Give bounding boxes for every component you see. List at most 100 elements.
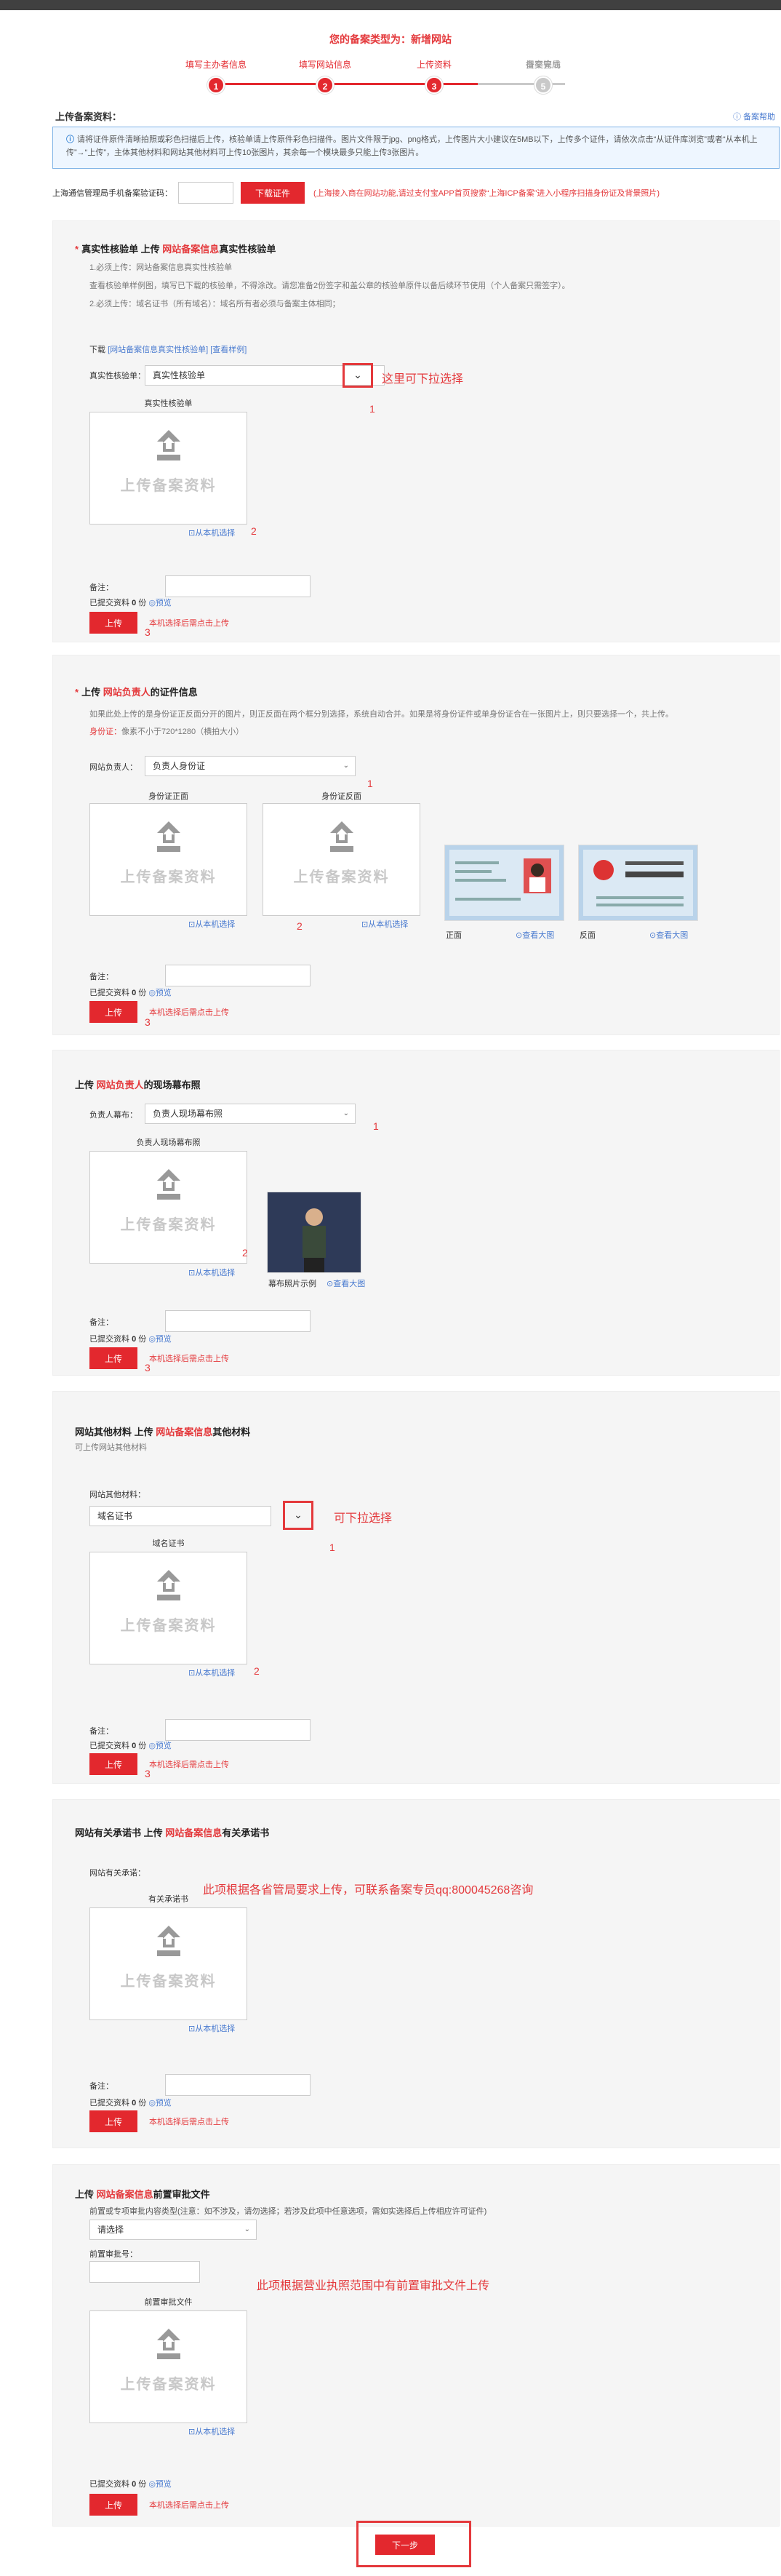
panel6-title: 上传 网站备案信息前置审批文件 [75, 2189, 210, 2200]
annotation-num-1: 1 [369, 403, 375, 415]
step-1: 填写主办者信息 1 [172, 58, 260, 94]
box-caption: 有关承诺书 [148, 1895, 188, 1904]
annotation-num-3: 3 [145, 1362, 151, 1373]
download-verification-link[interactable]: [网站备案信息真实性核验单] [108, 346, 208, 354]
submitted-count: 已提交资料 0 份 ◎预览 [89, 989, 172, 997]
remark-label: 备注： [89, 2082, 113, 2091]
remark-input[interactable] [165, 2074, 311, 2096]
panel5-select-label: 网站有关承诺： [89, 1869, 145, 1878]
upload-button[interactable]: 上传 [89, 1753, 137, 1775]
pre-approval-select[interactable]: 请选择 ⌄ [89, 2220, 257, 2240]
view-large-back[interactable]: ⊙查看大图 [649, 929, 688, 941]
annotation-commitment: 此项根据各省管局要求上传，可联系备案专员qq:800045268咨询 [203, 1884, 534, 1897]
submitted-count: 已提交资料 0 份 ◎预览 [89, 599, 172, 607]
submitted-count: 已提交资料 0 份 ◎预览 [89, 1742, 172, 1750]
dropdown-highlight[interactable]: ⌄ [283, 1501, 313, 1530]
upload-button[interactable]: 上传 [89, 2494, 137, 2516]
notice-box: ⓘ 请将证件原件清晰拍照或彩色扫描后上传，核验单请上传原件彩色扫描件。图片文件限于… [52, 127, 780, 169]
chevron-down-icon: ⌄ [343, 762, 349, 770]
upload-box-pre-approval[interactable]: 上传备案资料 [89, 2310, 247, 2423]
upload-box-other[interactable]: 上传备案资料 [89, 1552, 247, 1664]
panel-pre-approval: 上传 网站备案信息前置审批文件 前置或专项审批内容类型(注意：如不涉及，请勿选择… [52, 2164, 780, 2527]
local-select-link-back[interactable]: ⊡从本机选择 [361, 918, 408, 930]
step-3: 上传资料 3 [390, 58, 478, 94]
download-cert-button[interactable]: 下载证件 [241, 182, 305, 204]
upload-box-verification[interactable]: 上传备案资料 [89, 412, 247, 525]
upload-button[interactable]: 上传 [89, 612, 137, 634]
step-5: 备案完成 5 [500, 58, 587, 94]
remark-label: 备注： [89, 1727, 113, 1736]
panel-verification: * 真实性核验单 上传 网站备案信息真实性核验单 1.必须上传：网站备案信息真实性… [52, 220, 780, 642]
panel4-select-label: 网站其他材料： [89, 1491, 145, 1499]
upload-tip: 本机选择后需点击上传 [149, 2118, 229, 2126]
remark-input[interactable] [165, 1719, 311, 1741]
panel5-title: 网站有关承诺书 上传 网站备案信息有关承诺书 [75, 1827, 270, 1838]
upload-icon [327, 818, 356, 855]
annotation-num-2: 2 [251, 525, 257, 537]
preview-link[interactable]: ◎预览 [148, 1335, 172, 1344]
top-bar [0, 0, 781, 10]
upload-box-front[interactable]: 上传备案资料 [89, 803, 247, 916]
box-caption: 前置审批文件 [144, 2298, 193, 2307]
verify-row: 上海通信管理局手机备案验证码： 下载证件 (上海接入商在网站功能,请过支付宝AP… [52, 182, 780, 204]
annotation-num-1: 1 [373, 1120, 379, 1132]
help-link[interactable]: ⓘ 备案帮助 [733, 111, 775, 122]
local-select-link[interactable]: ⊡从本机选择 [188, 2022, 235, 2034]
local-select-link[interactable]: ⊡从本机选择 [188, 527, 235, 538]
sample-caption: 幕布照片示例 [268, 1280, 316, 1288]
photo-select[interactable]: 负责人现场幕布照 ⌄ [145, 1104, 356, 1124]
local-select-link[interactable]: ⊡从本机选择 [188, 2425, 235, 2437]
id-sample-back [578, 845, 698, 921]
upload-box-back[interactable]: 上传备案资料 [263, 803, 420, 916]
verify-code-input[interactable] [178, 182, 233, 204]
annotation-num-3: 3 [145, 1768, 151, 1779]
preview-link[interactable]: ◎预览 [148, 1742, 172, 1750]
annotation-dropdown: 可下拉选择 [334, 1512, 393, 1525]
remark-input[interactable] [165, 965, 311, 986]
upload-box-commitment[interactable]: 上传备案资料 [89, 1907, 247, 2020]
box-caption: 真实性核验单 [144, 399, 193, 408]
remark-input[interactable] [165, 575, 311, 597]
next-button[interactable]: 下一步 [375, 2535, 435, 2555]
upload-tip: 本机选择后需点击上传 [149, 2501, 229, 2510]
upload-button[interactable]: 上传 [89, 1001, 137, 1023]
submitted-count: 已提交资料 0 份 ◎预览 [89, 2480, 172, 2489]
approval-number-input[interactable] [89, 2261, 200, 2283]
upload-box-photo[interactable]: 上传备案资料 [89, 1151, 247, 1264]
download-row: 下载 [网站备案信息真实性核验单] [查看样例] [89, 346, 247, 354]
preview-link[interactable]: ◎预览 [148, 2099, 172, 2108]
preview-link[interactable]: ◎预览 [148, 599, 172, 607]
preview-link[interactable]: ◎预览 [148, 2480, 172, 2489]
front-caption: 身份证正面 [148, 792, 188, 801]
preview-link[interactable]: ◎预览 [148, 989, 172, 997]
other-materials-select[interactable]: 域名证书 [89, 1506, 271, 1526]
responsible-select[interactable]: 负责人身份证 ⌄ [145, 756, 356, 776]
annotation-num-3: 3 [145, 626, 151, 638]
local-select-link[interactable]: ⊡从本机选择 [188, 1667, 235, 1678]
upload-button[interactable]: 上传 [89, 1347, 137, 1369]
panel-other-materials: 网站其他材料 上传 网站备案信息其他材料 可上传网站其他材料 网站其他材料： 域… [52, 1391, 780, 1784]
upload-button[interactable]: 上传 [89, 2110, 137, 2132]
remark-label: 备注： [89, 583, 113, 592]
annotation-num-2: 2 [297, 920, 303, 932]
local-select-link-front[interactable]: ⊡从本机选择 [188, 918, 235, 930]
remark-input[interactable] [165, 1310, 311, 1332]
upload-icon [154, 2326, 183, 2362]
box-caption: 负责人现场幕布照 [136, 1139, 201, 1147]
upload-placeholder-text: 上传备案资料 [120, 869, 217, 885]
view-large-link[interactable]: ⊙查看大图 [327, 1277, 365, 1289]
step-2: 填写网站信息 2 [281, 58, 369, 94]
box-caption: 域名证书 [152, 1539, 185, 1548]
verify-label: 上海通信管理局手机备案验证码： [52, 189, 172, 198]
panel-id-cert: * 上传 网站负责人的证件信息 如果此处上传的是身份证正反面分开的图片，则正反面在… [52, 655, 780, 1035]
upload-placeholder-text: 上传备案资料 [120, 1618, 217, 1634]
panel1-note2: 2.必须上传：域名证书（所有域名）：域名所有者必须与备案主体相同； [89, 300, 340, 308]
local-select-link[interactable]: ⊡从本机选择 [188, 1267, 235, 1278]
view-sample-link[interactable]: [查看样例] [210, 346, 247, 354]
photo-sample [267, 1192, 361, 1273]
dropdown-highlight[interactable]: ⌄ [343, 363, 373, 388]
chevron-down-icon: ⌄ [353, 369, 362, 380]
back-caption: 身份证反面 [321, 792, 361, 801]
upload-tip: 本机选择后需点击上传 [149, 1355, 229, 1363]
view-large-front[interactable]: ⊙查看大图 [516, 929, 554, 941]
